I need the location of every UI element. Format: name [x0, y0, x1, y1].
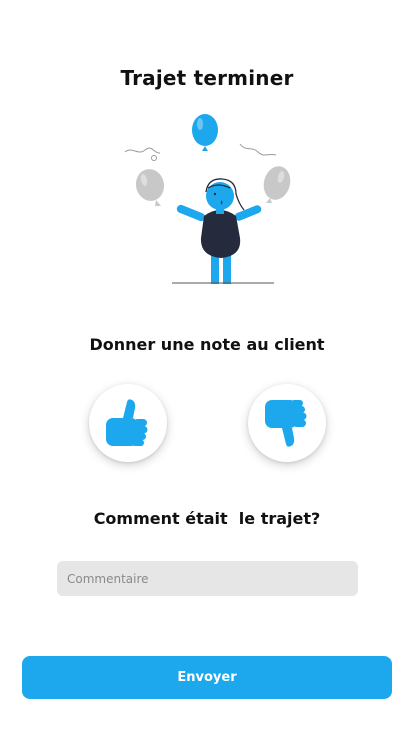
thumbs-up-button[interactable]: [89, 384, 167, 462]
page-title: Trajet terminer: [120, 66, 294, 90]
thumbs-down-button[interactable]: [248, 384, 326, 462]
thumbs-down-icon: [265, 400, 307, 447]
squiggle-left: [124, 147, 161, 154]
character: [176, 178, 262, 284]
celebration-illustration: [124, 114, 291, 284]
balloon-top: [192, 114, 218, 151]
rating-prompt: Donner une note au client: [89, 335, 325, 354]
thumbs-up-icon: [106, 399, 148, 446]
comment-prompt: Comment était le trajet?: [93, 509, 321, 528]
balloon-right: [263, 166, 291, 203]
squiggle-right: [239, 143, 277, 156]
submit-button[interactable]: Envoyer: [22, 656, 392, 699]
balloon-left: [135, 169, 165, 206]
confetti-dot: [151, 155, 157, 161]
comment-input[interactable]: [57, 561, 358, 596]
